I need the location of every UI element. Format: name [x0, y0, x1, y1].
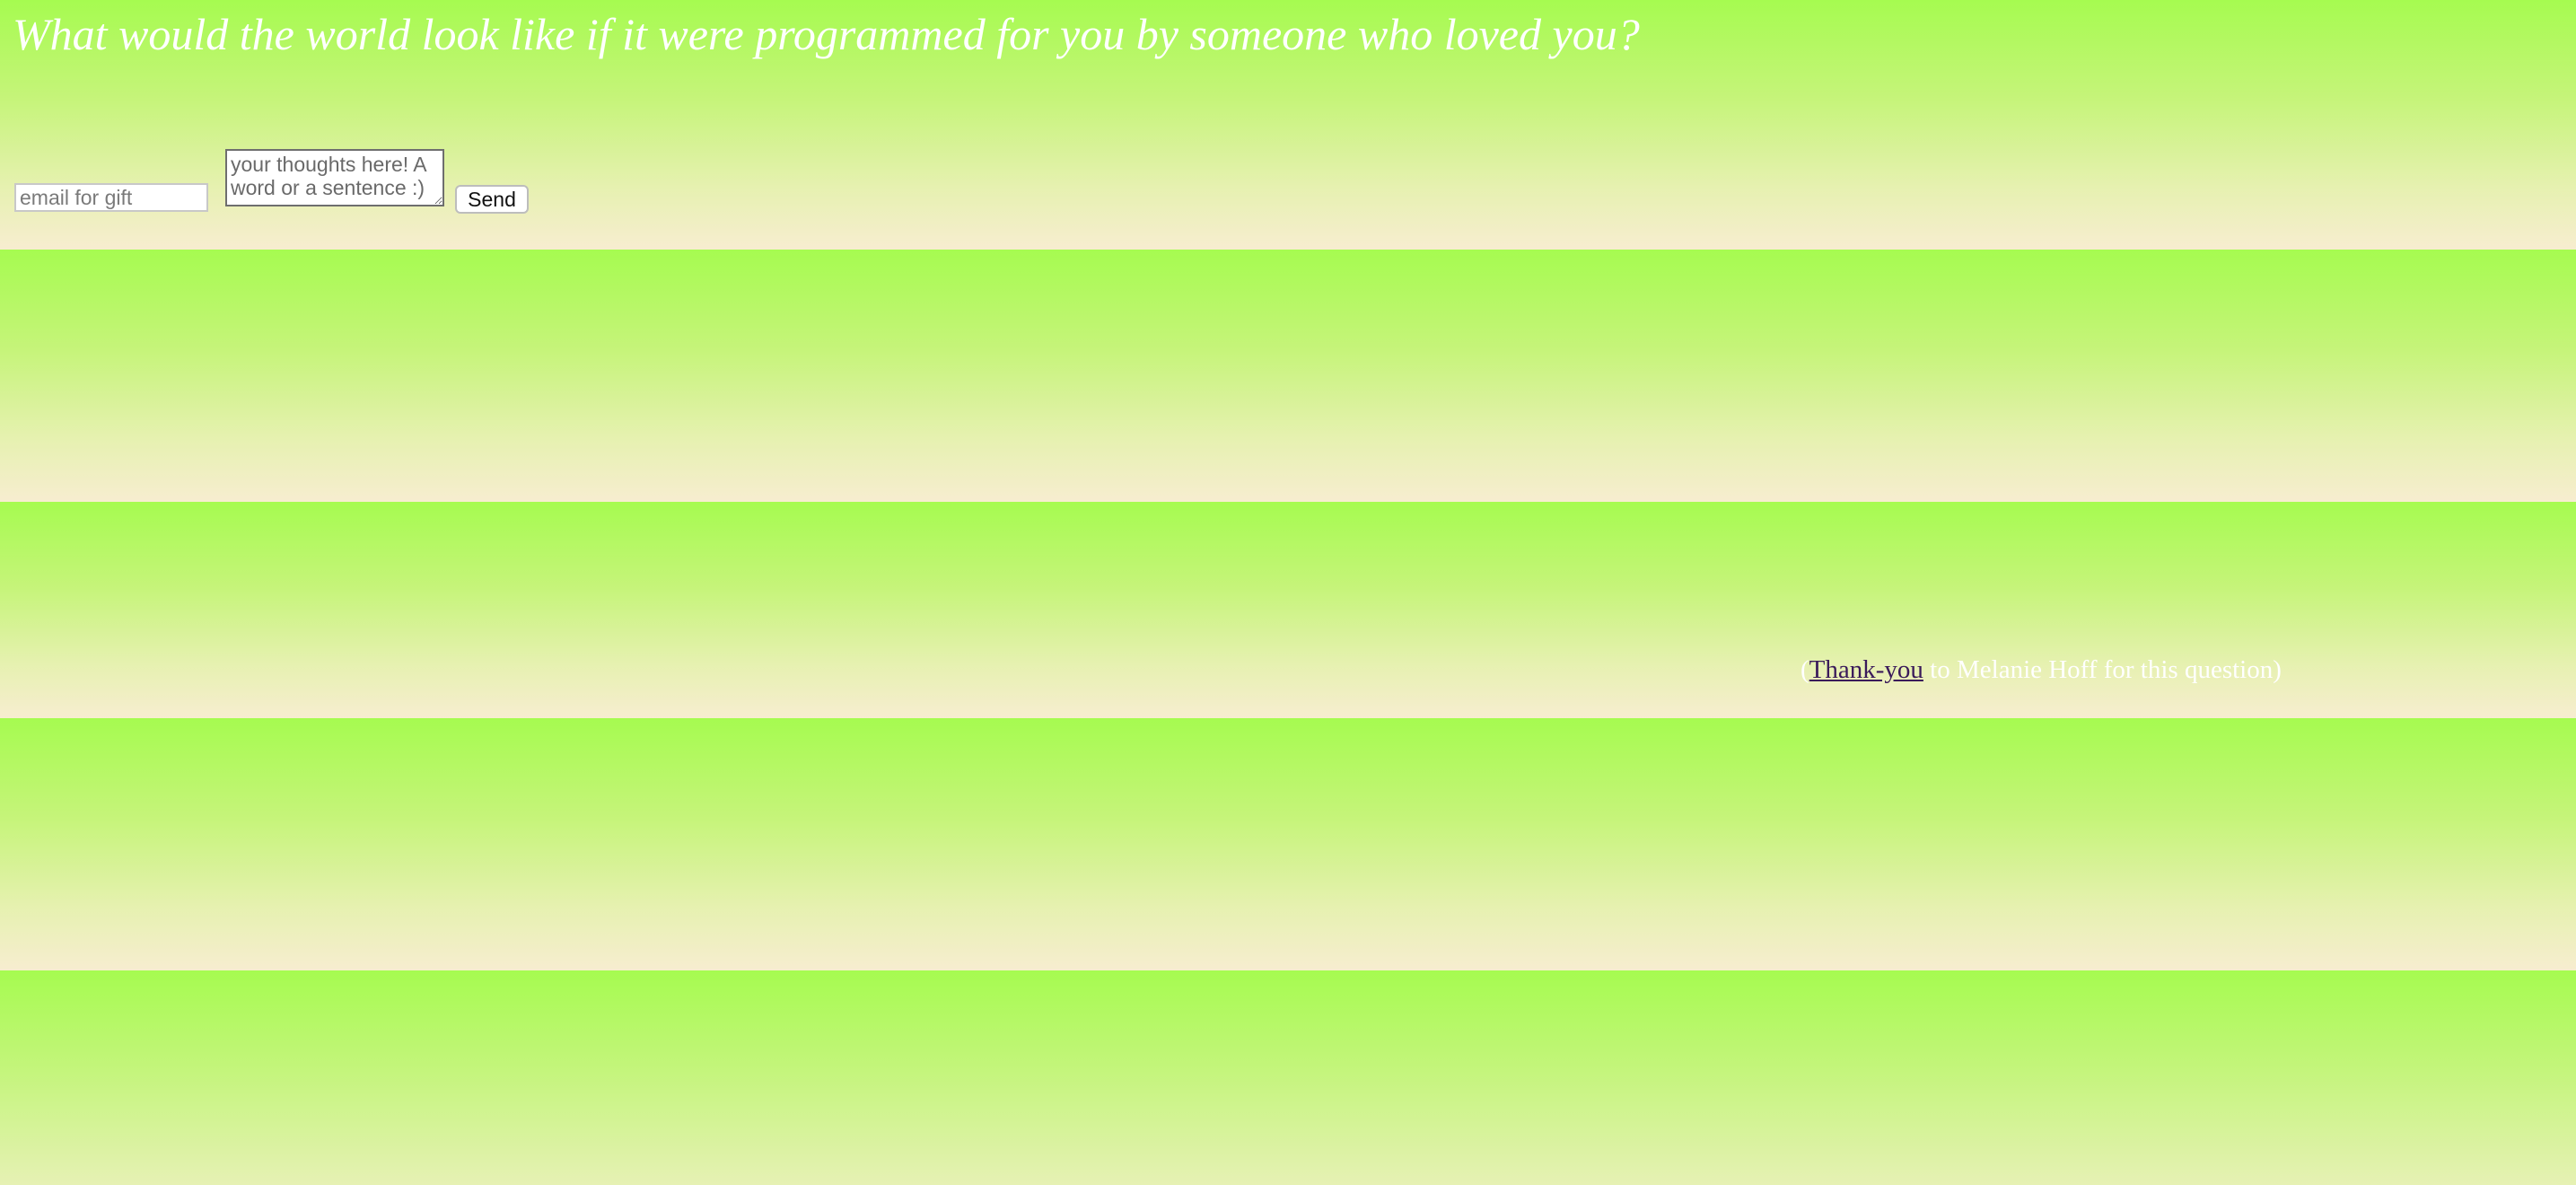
background-band — [0, 250, 2576, 502]
send-button[interactable]: Send — [455, 185, 529, 214]
page-title: What would the world look like if it wer… — [13, 9, 1640, 59]
thoughts-textarea[interactable] — [225, 149, 444, 206]
background-band — [0, 718, 2576, 970]
credit-note: (Thank-you to Melanie Hoff for this ques… — [1801, 654, 2282, 686]
credit-open-paren: ( — [1801, 655, 1809, 684]
credit-text: to Melanie Hoff for this question) — [1923, 655, 2282, 684]
background-band — [0, 970, 2576, 1185]
email-field[interactable] — [14, 183, 208, 212]
thank-you-link[interactable]: Thank-you — [1809, 655, 1923, 684]
